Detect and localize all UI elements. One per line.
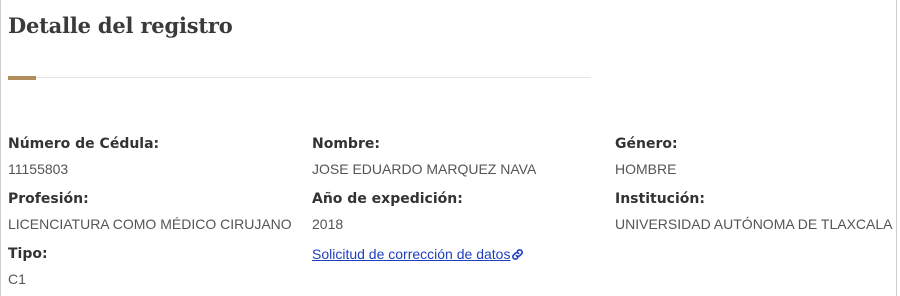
field-profesion-label: Profesión: <box>8 191 89 207</box>
field-anio: Año de expedición: 2018 <box>312 190 463 233</box>
field-institucion: Institución: UNIVERSIDAD AUTÓNOMA DE TLA… <box>615 190 892 233</box>
field-institucion-label: Institución: <box>615 191 705 207</box>
field-cedula-label: Número de Cédula: <box>8 136 160 152</box>
field-genero-label: Género: <box>615 136 678 152</box>
field-tipo-value: C1 <box>8 271 26 287</box>
field-genero: Género: HOMBRE <box>615 135 678 178</box>
field-profesion-value: LICENCIATURA COMO MÉDICO CIRUJANO <box>8 216 292 232</box>
field-nombre: Nombre: JOSE EDUARDO MARQUEZ NAVA <box>312 135 536 178</box>
field-institucion-value: UNIVERSIDAD AUTÓNOMA DE TLAXCALA <box>615 216 893 232</box>
correction-request-link-label: Solicitud de corrección de datos <box>312 246 511 262</box>
field-nombre-value: JOSE EDUARDO MARQUEZ NAVA <box>312 161 537 177</box>
title-divider <box>8 77 591 78</box>
field-anio-value: 2018 <box>312 216 344 232</box>
field-genero-value: HOMBRE <box>615 161 677 177</box>
title-divider-accent <box>8 76 36 80</box>
field-tipo-label: Tipo: <box>8 246 48 262</box>
field-cedula: Número de Cédula: 11155803 <box>8 135 159 178</box>
field-anio-label: Año de expedición: <box>312 191 463 207</box>
record-detail-panel: Detalle del registro Número de Cédula: 1… <box>0 0 897 296</box>
page-title: Detalle del registro <box>8 13 233 38</box>
field-nombre-label: Nombre: <box>312 136 380 152</box>
field-tipo: Tipo: C1 <box>8 245 48 288</box>
field-profesion: Profesión: LICENCIATURA COMO MÉDICO CIRU… <box>8 190 292 233</box>
field-cedula-value: 11155803 <box>8 161 69 177</box>
correction-request-link[interactable]: Solicitud de corrección de datos <box>312 245 524 265</box>
link-icon <box>511 247 524 265</box>
